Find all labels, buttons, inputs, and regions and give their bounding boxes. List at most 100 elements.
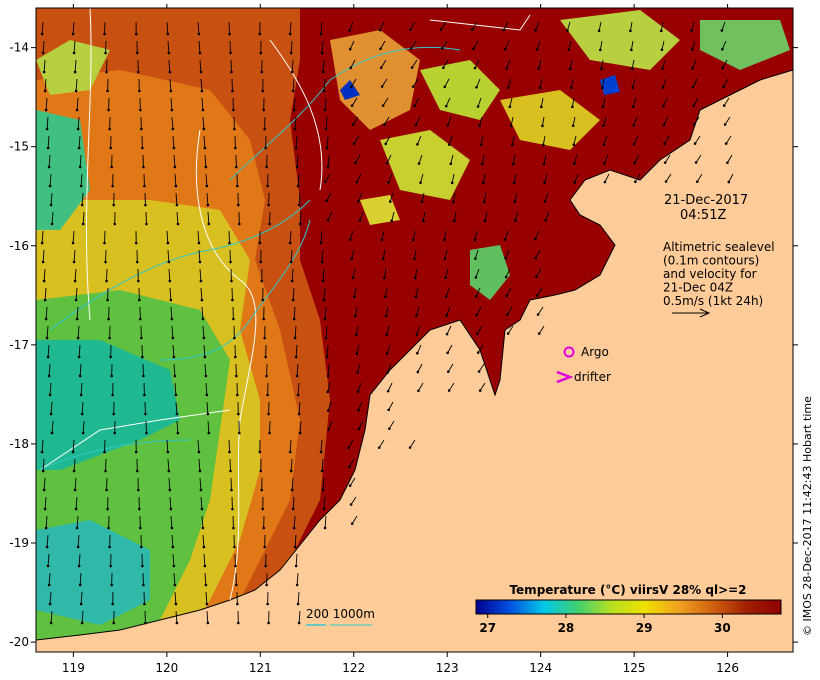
colorbar-tick-label: 30 <box>714 621 731 635</box>
velocity-arrow-head <box>322 507 326 511</box>
velocity-arrow-head <box>45 127 49 131</box>
velocity-arrow-head <box>42 70 46 74</box>
velocity-arrow-head <box>139 526 142 530</box>
velocity-arrow-head <box>166 32 170 36</box>
velocity-arrow-head <box>289 51 293 55</box>
velocity-arrow-head <box>50 431 54 435</box>
velocity-arrow-head <box>508 105 512 109</box>
velocity-arrow-head <box>140 127 143 131</box>
copyright-text: © IMOS 28-Dec-2017 11:42:43 Hobart time <box>801 396 814 636</box>
velocity-arrow-head <box>357 427 361 431</box>
velocity-arrow-head <box>261 507 265 511</box>
velocity-arrow-head <box>446 351 449 355</box>
velocity-arrow-head <box>260 488 264 492</box>
velocity-arrow-head <box>143 602 146 606</box>
velocity-arrow-head <box>176 431 180 435</box>
velocity-arrow-head <box>297 203 301 207</box>
lat-tick-label: -16 <box>9 239 29 253</box>
velocity-arrow-head <box>74 507 78 511</box>
velocity-arrow-head <box>692 104 695 108</box>
velocity-arrow-head <box>44 526 48 530</box>
velocity-arrow-head <box>106 89 109 93</box>
velocity-arrow-head <box>134 450 138 454</box>
velocity-arrow-head <box>535 275 538 279</box>
velocity-arrow-head <box>327 428 331 431</box>
velocity-arrow-head <box>103 450 106 454</box>
velocity-arrow-head <box>200 89 204 93</box>
velocity-arrow-head <box>289 260 293 264</box>
velocity-arrow-head <box>80 412 84 416</box>
velocity-arrow-head <box>319 241 323 245</box>
velocity-arrow-head <box>383 276 386 280</box>
velocity-arrow-head <box>662 123 666 127</box>
legend-line: 21-Dec 04Z <box>663 281 733 295</box>
velocity-arrow-head <box>442 66 445 70</box>
velocity-arrow-head <box>412 238 415 242</box>
velocity-arrow-head <box>448 143 451 146</box>
velocity-arrow-head <box>204 165 208 169</box>
velocity-arrow-head <box>503 47 507 51</box>
velocity-arrow-head <box>47 165 51 169</box>
velocity-arrow-head <box>724 142 728 145</box>
velocity-arrow-head <box>198 469 202 473</box>
velocity-arrow-head <box>45 545 49 549</box>
velocity-arrow-head <box>443 85 447 89</box>
velocity-arrow-head <box>416 351 419 355</box>
velocity-arrow-head <box>385 333 389 337</box>
velocity-arrow-head <box>108 127 111 131</box>
velocity-arrow-head <box>199 70 203 74</box>
velocity-arrow-head <box>142 583 145 587</box>
velocity-arrow-head <box>44 108 48 112</box>
velocity-arrow-head <box>602 143 606 146</box>
velocity-arrow-head <box>473 66 477 70</box>
velocity-arrow-head <box>104 51 107 55</box>
velocity-arrow-head <box>73 488 77 492</box>
velocity-arrow-head <box>50 222 54 226</box>
velocity-arrow-head <box>228 450 231 454</box>
lat-tick-label: -15 <box>9 140 29 154</box>
velocity-arrow-head <box>48 184 52 188</box>
velocity-arrow-head <box>266 393 269 397</box>
velocity-arrow-head <box>48 393 52 397</box>
velocity-arrow-head <box>237 412 240 416</box>
velocity-arrow-head <box>446 124 450 127</box>
velocity-arrow-head <box>602 124 605 127</box>
velocity-arrow-head <box>505 294 508 298</box>
velocity-arrow-head <box>415 333 419 336</box>
velocity-arrow-head <box>258 32 262 36</box>
velocity-arrow-head <box>201 317 205 321</box>
velocity-arrow-head <box>348 484 352 487</box>
velocity-arrow-head <box>475 313 479 317</box>
velocity-arrow-head <box>479 143 483 147</box>
velocity-arrow-head <box>321 279 325 283</box>
velocity-arrow-head <box>204 583 208 587</box>
velocity-arrow-head <box>296 602 300 606</box>
velocity-arrow-head <box>326 374 330 378</box>
velocity-arrow-head <box>109 146 112 150</box>
velocity-arrow-head <box>261 298 265 302</box>
velocity-arrow-head <box>72 469 76 473</box>
velocity-arrow-head <box>350 522 354 525</box>
velocity-arrow-head <box>79 393 83 397</box>
velocity-arrow-head <box>443 238 446 242</box>
velocity-arrow-head <box>483 200 486 204</box>
velocity-arrow-head <box>503 238 507 241</box>
velocity-arrow-head <box>293 545 297 549</box>
velocity-arrow-head <box>290 70 294 74</box>
velocity-arrow-head <box>513 200 517 204</box>
lat-tick-label: -20 <box>9 635 29 649</box>
velocity-arrow-head <box>298 431 302 435</box>
velocity-arrow-head <box>169 507 173 511</box>
velocity-arrow-head <box>229 469 232 473</box>
velocity-arrow-head <box>506 332 510 335</box>
velocity-arrow-head <box>349 503 353 506</box>
velocity-arrow-head <box>173 583 177 587</box>
velocity-arrow-head <box>415 314 418 317</box>
velocity-arrow-head <box>507 86 510 89</box>
velocity-arrow-head <box>502 28 506 32</box>
velocity-arrow-head <box>292 526 296 530</box>
velocity-arrow-head <box>48 602 52 606</box>
velocity-arrow-head <box>79 602 83 606</box>
velocity-arrow-head <box>258 450 262 454</box>
velocity-arrow-head <box>47 374 51 378</box>
